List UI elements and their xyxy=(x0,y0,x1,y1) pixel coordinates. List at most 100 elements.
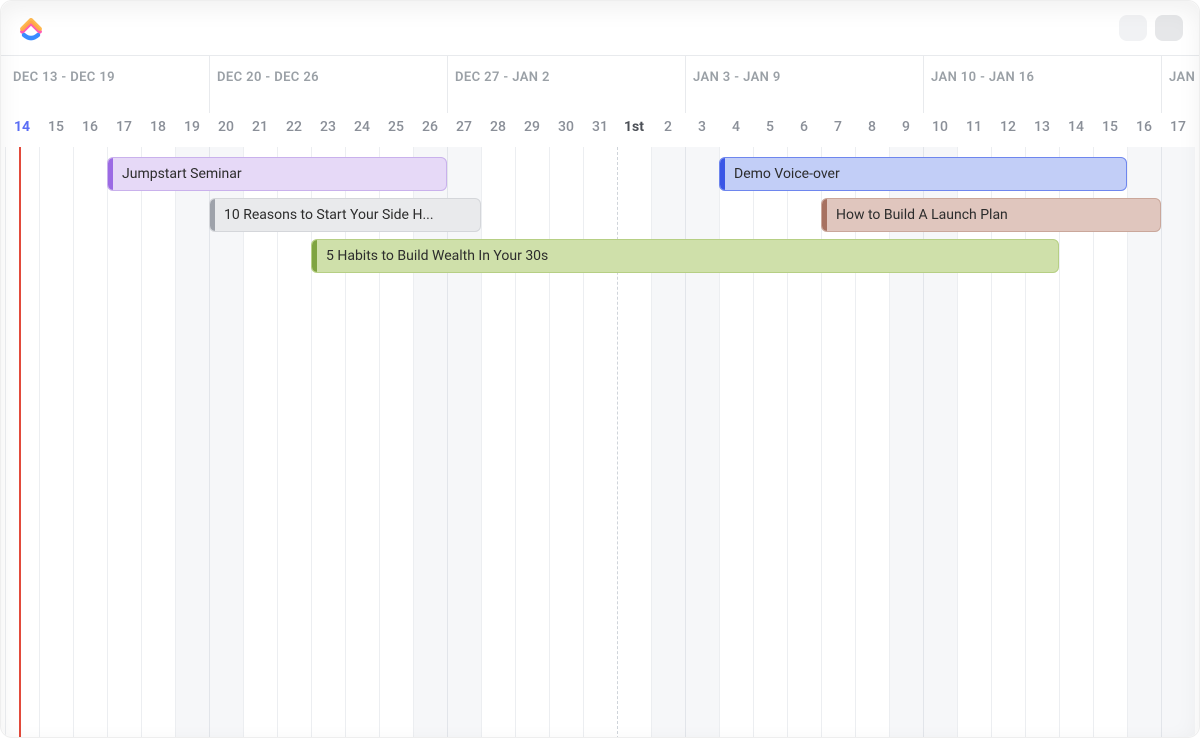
weekend-column xyxy=(447,147,481,738)
grid-line xyxy=(243,147,244,738)
day-cell[interactable]: 12 xyxy=(991,119,1025,135)
day-cell[interactable]: 28 xyxy=(481,119,515,135)
grid-line xyxy=(447,147,448,738)
day-cell[interactable]: 7 xyxy=(821,119,855,135)
grid-line xyxy=(651,147,652,738)
grid-line xyxy=(991,147,992,738)
day-cell[interactable]: 18 xyxy=(141,119,175,135)
grid-line xyxy=(1161,147,1162,738)
day-cell[interactable]: 27 xyxy=(447,119,481,135)
day-cell[interactable]: 8 xyxy=(855,119,889,135)
grid-line xyxy=(1127,147,1128,738)
day-cell[interactable]: 29 xyxy=(515,119,549,135)
grid-line xyxy=(73,147,74,738)
day-cell[interactable]: 1st xyxy=(617,119,651,135)
task-bar-five-habits[interactable]: 5 Habits to Build Wealth In Your 30s xyxy=(311,239,1059,273)
grid-line xyxy=(5,147,6,738)
grid-line xyxy=(311,147,312,738)
weekend-column xyxy=(175,147,209,738)
task-bar-label: 10 Reasons to Start Your Side H... xyxy=(220,207,434,223)
topbar-right xyxy=(1119,15,1183,41)
week-label: JAN 10 - JAN 16 xyxy=(931,70,1034,85)
day-cell[interactable]: 6 xyxy=(787,119,821,135)
day-cell[interactable]: 19 xyxy=(175,119,209,135)
weekend-column xyxy=(413,147,447,738)
grid-line xyxy=(583,147,584,738)
grid-line xyxy=(617,147,618,738)
task-bar-edge xyxy=(108,158,113,190)
task-bar-edge xyxy=(210,199,215,231)
grid-line xyxy=(277,147,278,738)
grid-line xyxy=(1093,147,1094,738)
week-label: DEC 20 - DEC 26 xyxy=(217,70,319,85)
topbar-button-1[interactable] xyxy=(1119,15,1147,41)
weekend-column xyxy=(889,147,923,738)
grid-line xyxy=(515,147,516,738)
grid-line xyxy=(1025,147,1026,738)
app-logo[interactable] xyxy=(17,14,45,42)
task-bar-jumpstart[interactable]: Jumpstart Seminar xyxy=(107,157,447,191)
day-cell[interactable]: 17 xyxy=(107,119,141,135)
grid-line xyxy=(787,147,788,738)
grid-line xyxy=(141,147,142,738)
task-bar-demo-voice[interactable]: Demo Voice-over xyxy=(719,157,1127,191)
gantt-grid[interactable]: Jumpstart Seminar 10 Reasons to Start You… xyxy=(1,147,1199,738)
week-label: DEC 27 - JAN 2 xyxy=(455,70,550,85)
day-cell[interactable]: 13 xyxy=(1025,119,1059,135)
day-cell[interactable]: 31 xyxy=(583,119,617,135)
grid-line xyxy=(481,147,482,738)
day-cell[interactable]: 5 xyxy=(753,119,787,135)
topbar-button-2[interactable] xyxy=(1155,15,1183,41)
grid-line xyxy=(1059,147,1060,738)
day-cell[interactable]: 30 xyxy=(549,119,583,135)
day-cell[interactable]: 23 xyxy=(311,119,345,135)
topbar xyxy=(1,1,1199,55)
day-cell[interactable]: 2 xyxy=(651,119,685,135)
day-cell[interactable]: 14 xyxy=(1059,119,1093,135)
day-cell[interactable]: 24 xyxy=(345,119,379,135)
day-cell[interactable]: 17 xyxy=(1161,119,1195,135)
week-label: DEC 13 - DEC 19 xyxy=(13,70,115,85)
weekend-column xyxy=(651,147,685,738)
day-cell[interactable]: 16 xyxy=(1127,119,1161,135)
grid-line xyxy=(175,147,176,738)
task-bar-edge xyxy=(720,158,725,190)
task-bar-label: 5 Habits to Build Wealth In Your 30s xyxy=(322,248,548,264)
day-cell[interactable]: 21 xyxy=(243,119,277,135)
task-bar-label: Demo Voice-over xyxy=(730,166,840,182)
weekend-column xyxy=(1161,147,1195,738)
day-cell[interactable]: 16 xyxy=(73,119,107,135)
grid-line xyxy=(821,147,822,738)
grid-line xyxy=(39,147,40,738)
day-cell[interactable]: 9 xyxy=(889,119,923,135)
grid-line xyxy=(107,147,108,738)
task-bar-ten-reasons[interactable]: 10 Reasons to Start Your Side H... xyxy=(209,198,481,232)
day-cell[interactable]: 4 xyxy=(719,119,753,135)
grid-line xyxy=(379,147,380,738)
day-cell[interactable]: 3 xyxy=(685,119,719,135)
grid-line xyxy=(413,147,414,738)
grid-line xyxy=(685,147,686,738)
grid-line xyxy=(855,147,856,738)
task-bar-launch-plan[interactable]: How to Build A Launch Plan xyxy=(821,198,1161,232)
day-cell[interactable]: 11 xyxy=(957,119,991,135)
day-cell[interactable]: 22 xyxy=(277,119,311,135)
grid-line xyxy=(923,147,924,738)
week-label: JAN 3 - JAN 9 xyxy=(693,70,781,85)
day-cell[interactable]: 10 xyxy=(923,119,957,135)
day-cell[interactable]: 26 xyxy=(413,119,447,135)
grid-line xyxy=(209,147,210,738)
day-cell[interactable]: 15 xyxy=(39,119,73,135)
day-cell[interactable]: 14 xyxy=(5,119,39,135)
day-cell[interactable]: 20 xyxy=(209,119,243,135)
grid-line xyxy=(753,147,754,738)
task-bar-label: Jumpstart Seminar xyxy=(118,166,242,182)
task-bar-edge xyxy=(312,240,317,272)
week-label: JAN xyxy=(1169,70,1195,85)
day-cell[interactable]: 15 xyxy=(1093,119,1127,135)
today-indicator xyxy=(19,147,21,738)
weekend-column xyxy=(685,147,719,738)
weekend-column xyxy=(923,147,957,738)
task-bar-label: How to Build A Launch Plan xyxy=(832,207,1008,223)
day-cell[interactable]: 25 xyxy=(379,119,413,135)
